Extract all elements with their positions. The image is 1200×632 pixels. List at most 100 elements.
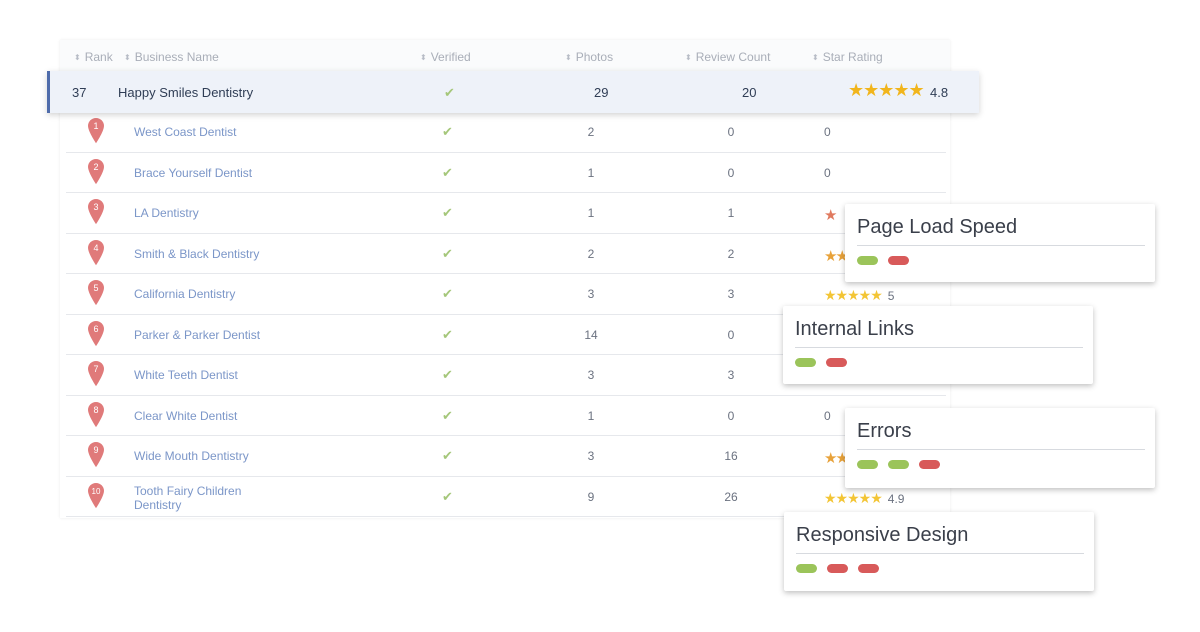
sort-icon: ⬍ <box>124 53 131 62</box>
business-name-link[interactable]: Tooth Fairy Children Dentistry <box>134 484 241 512</box>
status-pill-pass <box>857 460 878 469</box>
table-row[interactable]: 3 LA Dentistry ✔ 1 1 ★ <box>66 193 946 234</box>
header-photos[interactable]: ⬍ Photos <box>565 50 613 64</box>
status-pills <box>795 358 847 367</box>
verified-check-icon: ✔ <box>442 245 453 261</box>
star-rating-icon: ★★★★★ <box>824 287 883 303</box>
rating-value: 0 <box>824 125 831 139</box>
rank-number: 1 <box>93 121 98 131</box>
business-name-link[interactable]: White Teeth Dentist <box>134 368 238 382</box>
star-rating-icon: ★★ <box>824 247 849 265</box>
errors-card: Errors <box>845 408 1155 488</box>
rating-value: 0 <box>824 165 831 180</box>
table-row[interactable]: 2 Brace Yourself Dentist ✔ 1 0 0 <box>66 153 946 193</box>
rank-number: 9 <box>93 445 98 455</box>
sort-icon: ⬍ <box>812 53 819 62</box>
highlight-business-name[interactable]: Happy Smiles Dentistry <box>118 85 253 100</box>
review-count: 0 <box>727 165 735 180</box>
star-rating: ★★ <box>824 449 849 467</box>
photos-count: 9 <box>587 489 595 504</box>
review-count: 3 <box>727 287 735 301</box>
review-count: 0 <box>727 125 735 139</box>
verified-check-icon: ✔ <box>442 124 453 139</box>
business-name-link[interactable]: Clear White Dentist <box>134 409 237 423</box>
rating-value: 4.9 <box>887 491 905 506</box>
star-rating-icon: ★★ <box>824 450 849 467</box>
table-row[interactable]: 1 West Coast Dentist ✔ 2 0 0 <box>66 112 946 153</box>
card-title: Responsive Design <box>796 524 969 546</box>
table-header: ⬍ Rank ⬍ Business Name ⬍ Verified ⬍ Photos ⬍… <box>60 40 950 72</box>
header-star-rating[interactable]: ⬍ Star Rating <box>812 50 883 64</box>
status-pill-pass <box>857 256 878 265</box>
table-row[interactable]: 10 Tooth Fairy Children Dentistry ✔ 9 26 ★★★★★… <box>66 477 946 517</box>
photos-count: 14 <box>584 327 598 342</box>
business-name-link[interactable]: Wide Mouth Dentistry <box>134 449 249 463</box>
business-name-link[interactable]: California Dentistry <box>134 287 235 301</box>
highlighted-row[interactable]: 37 Happy Smiles Dentistry ✔ 29 20 ★★★★★ … <box>47 71 979 113</box>
business-name-link[interactable]: LA Dentistry <box>134 206 199 220</box>
rank-number: 8 <box>93 405 98 415</box>
review-count: 26 <box>724 489 738 504</box>
map-pin-icon: 3 <box>88 199 104 225</box>
rating-value: 5 <box>887 289 895 303</box>
photos-count: 3 <box>587 287 595 301</box>
map-pin-icon: 8 <box>88 401 104 427</box>
table-row[interactable]: 9 Wide Mouth Dentistry ✔ 3 16 ★★ <box>66 436 946 477</box>
verified-check-icon: ✔ <box>442 286 453 301</box>
review-count: 1 <box>727 206 735 220</box>
star-rating: ★★★★★ 4.9 <box>824 490 904 507</box>
header-business-name[interactable]: ⬍ Business Name <box>124 50 219 64</box>
verified-check-icon: ✔ <box>442 164 453 180</box>
verified-check-icon: ✔ <box>442 205 453 220</box>
map-pin-icon: 7 <box>88 361 104 387</box>
divider <box>795 347 1083 348</box>
photos-count: 3 <box>587 368 595 382</box>
status-pill-fail <box>858 564 879 573</box>
sort-icon: ⬍ <box>565 53 572 62</box>
status-pill-pass <box>796 564 817 573</box>
photos-count: 2 <box>587 246 595 261</box>
review-count: 0 <box>727 408 735 423</box>
highlight-photos: 29 <box>594 85 609 100</box>
review-count: 0 <box>727 327 735 342</box>
status-pill-fail <box>888 256 909 265</box>
star-rating-icon: ★ <box>824 207 838 224</box>
header-rank[interactable]: ⬍ Rank <box>74 50 113 64</box>
header-verified[interactable]: ⬍ Verified <box>420 50 471 64</box>
sort-icon: ⬍ <box>685 53 692 62</box>
map-pin-icon: 6 <box>88 320 104 346</box>
card-title: Page Load Speed <box>857 216 1018 238</box>
star-rating: 0 <box>824 409 831 423</box>
map-pin-icon: 4 <box>88 239 104 265</box>
status-pill-fail <box>827 564 848 573</box>
review-count: 2 <box>727 246 735 261</box>
page-load-speed-card: Page Load Speed <box>845 204 1155 282</box>
divider <box>857 449 1145 450</box>
map-pin-icon: 5 <box>88 280 104 306</box>
business-name-link[interactable]: Brace Yourself Dentist <box>134 166 252 180</box>
status-pill-fail <box>919 460 940 469</box>
star-rating: 0 <box>824 125 831 139</box>
business-name-link[interactable]: Parker & Parker Dentist <box>134 328 260 342</box>
internal-links-card: Internal Links <box>783 306 1093 384</box>
photos-count: 1 <box>587 206 595 220</box>
highlight-rating-value: 4.8 <box>930 85 949 100</box>
status-pills <box>796 564 879 573</box>
table-row[interactable]: 8 Clear White Dentist ✔ 1 0 0 <box>66 396 946 436</box>
review-count: 16 <box>724 449 738 463</box>
responsive-design-card: Responsive Design <box>784 512 1094 591</box>
table-row[interactable]: 4 Smith & Black Dentistry ✔ 2 2 ★★ <box>66 234 946 274</box>
review-count: 3 <box>727 368 735 382</box>
status-pill-pass <box>795 358 816 367</box>
verified-check-icon: ✔ <box>442 326 453 342</box>
status-pill-fail <box>826 358 847 367</box>
business-name-link[interactable]: Smith & Black Dentistry <box>134 247 259 261</box>
header-review-count[interactable]: ⬍ Review Count <box>685 50 770 64</box>
business-name-link[interactable]: West Coast Dentist <box>134 125 236 139</box>
status-pills <box>857 460 940 469</box>
rank-number: 7 <box>93 364 98 374</box>
map-pin-icon: 9 <box>88 442 104 468</box>
map-pin-icon: 1 <box>88 118 104 144</box>
card-title: Internal Links <box>795 318 914 340</box>
status-pill-pass <box>888 460 909 469</box>
